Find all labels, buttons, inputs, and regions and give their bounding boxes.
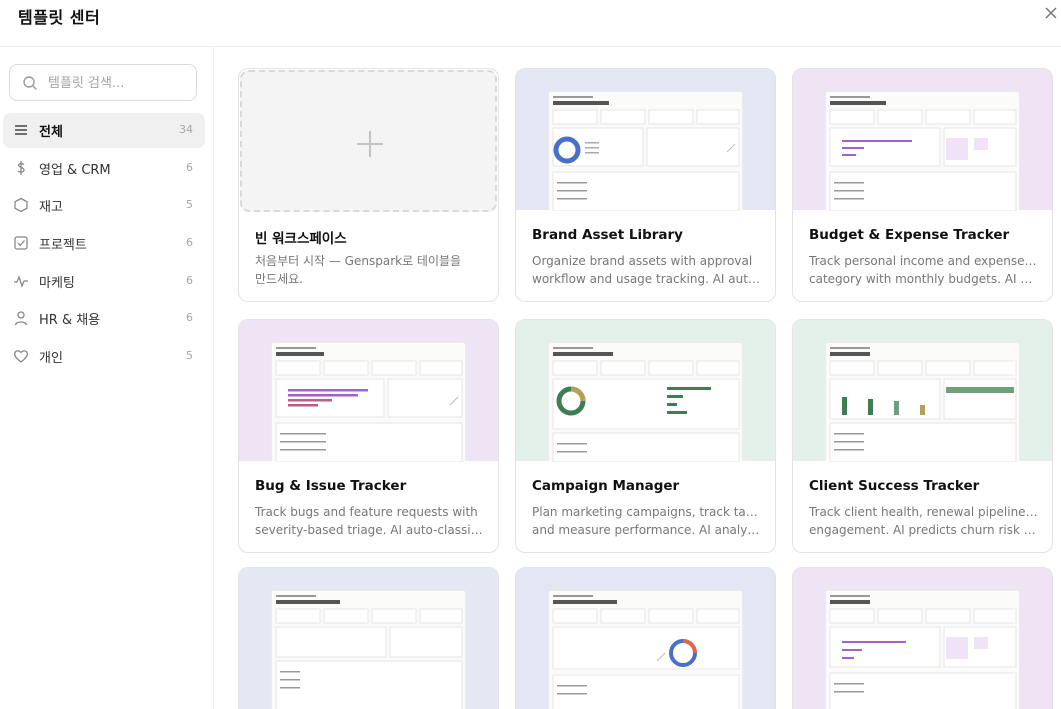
category-label: 전체	[39, 125, 63, 140]
category-count: 6	[186, 274, 193, 287]
heart-icon	[13, 350, 29, 363]
template-card[interactable]	[515, 567, 776, 709]
template-thumbnail	[516, 320, 775, 463]
card-description: 처음부터 시작 — Genspark로 테이블을 만드세요.	[255, 254, 462, 286]
category-item-hr[interactable]: HR & 채용 6	[3, 301, 205, 336]
card-title: Brand Asset Library	[532, 227, 683, 243]
category-sidebar: 전체 34 영업 & CRM 6 재고 5 프로젝트 6 마케팅 6 HR & …	[0, 47, 214, 709]
category-label: 프로젝트	[39, 238, 87, 253]
dollar-icon	[17, 161, 25, 175]
modal-title: 템플릿 센터	[18, 8, 101, 27]
template-card[interactable]	[792, 567, 1053, 709]
card-title: Client Success Tracker	[809, 478, 980, 494]
category-item-inventory[interactable]: 재고 5	[3, 188, 205, 223]
category-item-personal[interactable]: 개인 5	[3, 339, 205, 374]
search-icon	[23, 76, 37, 90]
preview-screenshot	[825, 590, 1020, 709]
template-thumbnail	[239, 320, 498, 463]
template-card-brand-asset-library[interactable]: Brand Asset Library Organize brand asset…	[515, 68, 776, 302]
template-card-blank[interactable]: 빈 워크스페이스 처음부터 시작 — Genspark로 테이블을 만드세요.	[238, 68, 499, 302]
category-label: 개인	[39, 351, 63, 366]
hexagon-icon	[14, 197, 28, 213]
category-label: 재고	[39, 200, 63, 215]
template-thumbnail	[793, 568, 1052, 709]
modal-header: 템플릿 센터	[0, 0, 1061, 47]
template-card-campaign-manager[interactable]: Campaign Manager Plan marketing campaign…	[515, 319, 776, 553]
card-title: 빈 워크스페이스	[255, 231, 347, 247]
template-thumbnail	[516, 568, 775, 709]
template-thumbnail	[239, 568, 498, 709]
category-count: 6	[186, 311, 193, 324]
preview-screenshot	[548, 342, 743, 463]
category-count: 5	[186, 198, 193, 211]
card-description: Track client health, renewal pipeline, a…	[809, 505, 1039, 537]
card-description: Track bugs and feature requests with seve…	[255, 505, 485, 537]
preview-screenshot	[548, 590, 743, 709]
category-item-marketing[interactable]: 마케팅 6	[3, 264, 205, 299]
template-center-modal: 템플릿 센터 전체 34 영업 & CRM 6 재고 5 프로젝트 6	[0, 0, 1061, 709]
preview-screenshot	[548, 91, 743, 212]
category-label: HR & 채용	[39, 313, 101, 328]
blank-thumbnail	[240, 70, 497, 212]
card-title: Campaign Manager	[532, 478, 680, 494]
card-description: Plan marketing campaigns, track tasks, an…	[532, 505, 762, 537]
category-item-sales-crm[interactable]: 영업 & CRM 6	[3, 151, 205, 186]
category-count: 5	[186, 349, 193, 362]
template-card-client-success-tracker[interactable]: Client Success Tracker Track client heal…	[792, 319, 1053, 553]
card-description: Track personal income and expenses by cat…	[809, 254, 1039, 286]
card-description: Organize brand assets with approval workf…	[532, 254, 762, 286]
template-thumbnail	[793, 320, 1052, 463]
category-label: 영업 & CRM	[39, 163, 111, 178]
card-title: Bug & Issue Tracker	[255, 478, 407, 494]
list-icon	[15, 125, 27, 135]
template-card[interactable]	[238, 567, 499, 709]
card-title: Budget & Expense Tracker	[809, 227, 1010, 243]
preview-screenshot	[825, 342, 1020, 463]
template-thumbnail	[793, 69, 1052, 212]
search-input[interactable]	[48, 72, 188, 94]
template-card-budget-expense-tracker[interactable]: Budget & Expense Tracker Track personal …	[792, 68, 1053, 302]
activity-icon	[14, 275, 28, 288]
category-count: 6	[186, 161, 193, 174]
template-thumbnail	[516, 69, 775, 212]
preview-screenshot	[825, 91, 1020, 212]
preview-screenshot	[271, 342, 466, 463]
category-item-all[interactable]: 전체 34	[3, 113, 205, 148]
category-label: 마케팅	[39, 276, 75, 291]
category-count: 6	[186, 236, 193, 249]
checkbox-icon	[14, 236, 28, 250]
plus-icon	[357, 131, 383, 157]
search-box[interactable]	[9, 64, 197, 101]
template-grid: 빈 워크스페이스 처음부터 시작 — Genspark로 테이블을만드세요.	[215, 48, 1061, 709]
category-item-project[interactable]: 프로젝트 6	[3, 226, 205, 261]
person-icon	[14, 311, 28, 326]
category-count: 34	[179, 123, 193, 136]
template-card-bug-issue-tracker[interactable]: Bug & Issue Tracker Track bugs and featu…	[238, 319, 499, 553]
close-icon[interactable]	[1042, 4, 1060, 22]
preview-screenshot	[271, 590, 466, 709]
